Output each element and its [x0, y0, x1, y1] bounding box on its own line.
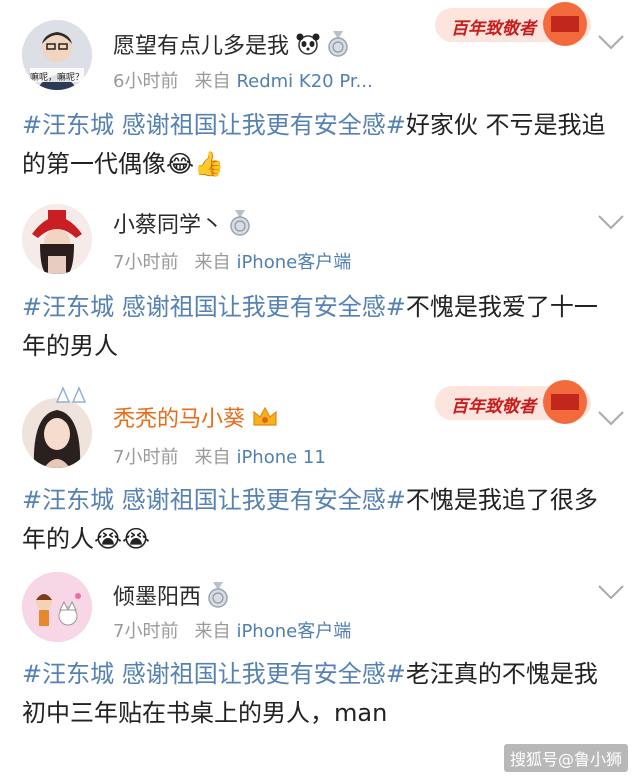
post-text: #汪东城 感谢祖国让我更有安全感#不愧是我追了很多年的人😭😭 [22, 481, 618, 559]
chevron-down-icon[interactable] [596, 582, 626, 602]
medal-icon [327, 31, 349, 63]
crown-icon [251, 405, 279, 435]
banner-text: 百年致敬者 [451, 397, 536, 417]
post-source[interactable]: iPhone客户端 [236, 252, 351, 273]
weibo-post-1: 嘛呢，嘛呢？ 愿望有点儿多是我 6小时前 来自 Redmi K20 Pr... 百年… [0, 0, 640, 200]
username[interactable]: 小蔡同学丶 [113, 207, 251, 242]
post-text: #汪东城 感谢祖国让我更有安全感#好家伙 不亏是我追的第一代偶像😂👍 [22, 106, 618, 184]
medal-icon [207, 582, 229, 614]
avatar-image [22, 398, 92, 468]
avatar[interactable] [22, 204, 92, 274]
from-label: 来自 [194, 252, 231, 273]
avatar-caption: 嘛呢，嘛呢？ [29, 73, 84, 83]
hashtag-link[interactable]: #汪东城 感谢祖国让我更有安全感# [22, 293, 406, 321]
post-meta: 7小时前 来自 iPhone客户端 [113, 617, 351, 643]
post-text: #汪东城 感谢祖国让我更有安全感#不愧是我爱了十一年的男人 [22, 288, 618, 366]
avatar[interactable]: 嘛呢，嘛呢？ [22, 20, 92, 90]
hashtag-link[interactable]: #汪东城 感谢祖国让我更有安全感# [22, 660, 406, 688]
post-source[interactable]: iPhone客户端 [236, 621, 351, 642]
username[interactable]: 倾墨阳西 [113, 579, 229, 614]
chevron-down-icon[interactable] [596, 32, 626, 52]
watermark: 搜狐号@鲁小狮 [503, 744, 628, 772]
post-meta: 7小时前 来自 iPhone客户端 [113, 248, 351, 274]
from-label: 来自 [194, 447, 231, 468]
banner-decoration: 百年致敬者 [433, 380, 593, 426]
username[interactable]: 愿望有点儿多是我 [113, 28, 349, 63]
banner-decoration: 百年致敬者 [433, 2, 593, 48]
post-text: #汪东城 感谢祖国让我更有安全感#老汪真的不愧是我初中三年贴在书桌上的男人，ma… [22, 655, 618, 733]
post-source[interactable]: iPhone 11 [236, 447, 325, 468]
post-meta: 6小时前 来自 Redmi K20 Pr... [113, 67, 373, 93]
from-label: 来自 [194, 621, 231, 642]
avatar[interactable] [22, 398, 92, 468]
from-label: 来自 [194, 71, 231, 92]
chevron-down-icon[interactable] [596, 212, 626, 232]
medal-icon [229, 210, 251, 242]
post-time: 7小时前 [113, 447, 179, 468]
post-time: 7小时前 [113, 252, 179, 273]
post-time: 7小时前 [113, 621, 179, 642]
banner-text: 百年致敬者 [451, 19, 536, 39]
chevron-down-icon[interactable] [596, 408, 626, 428]
emoji: 😭😭 [94, 525, 151, 553]
post-source[interactable]: Redmi K20 Pr... [236, 71, 372, 92]
post-meta: 7小时前 来自 iPhone 11 [113, 443, 326, 469]
panda-icon [295, 33, 321, 61]
hashtag-link[interactable]: #汪东城 感谢祖国让我更有安全感# [22, 486, 406, 514]
hashtag-link[interactable]: #汪东城 感谢祖国让我更有安全感# [22, 111, 406, 139]
avatar[interactable] [22, 572, 92, 642]
username[interactable]: 秃秃的马小葵 [113, 401, 279, 435]
avatar-image [22, 572, 92, 642]
avatar-image [22, 204, 92, 274]
emoji: 😂👍 [166, 150, 224, 178]
post-time: 6小时前 [113, 71, 179, 92]
cat-ears-decoration [55, 386, 87, 403]
